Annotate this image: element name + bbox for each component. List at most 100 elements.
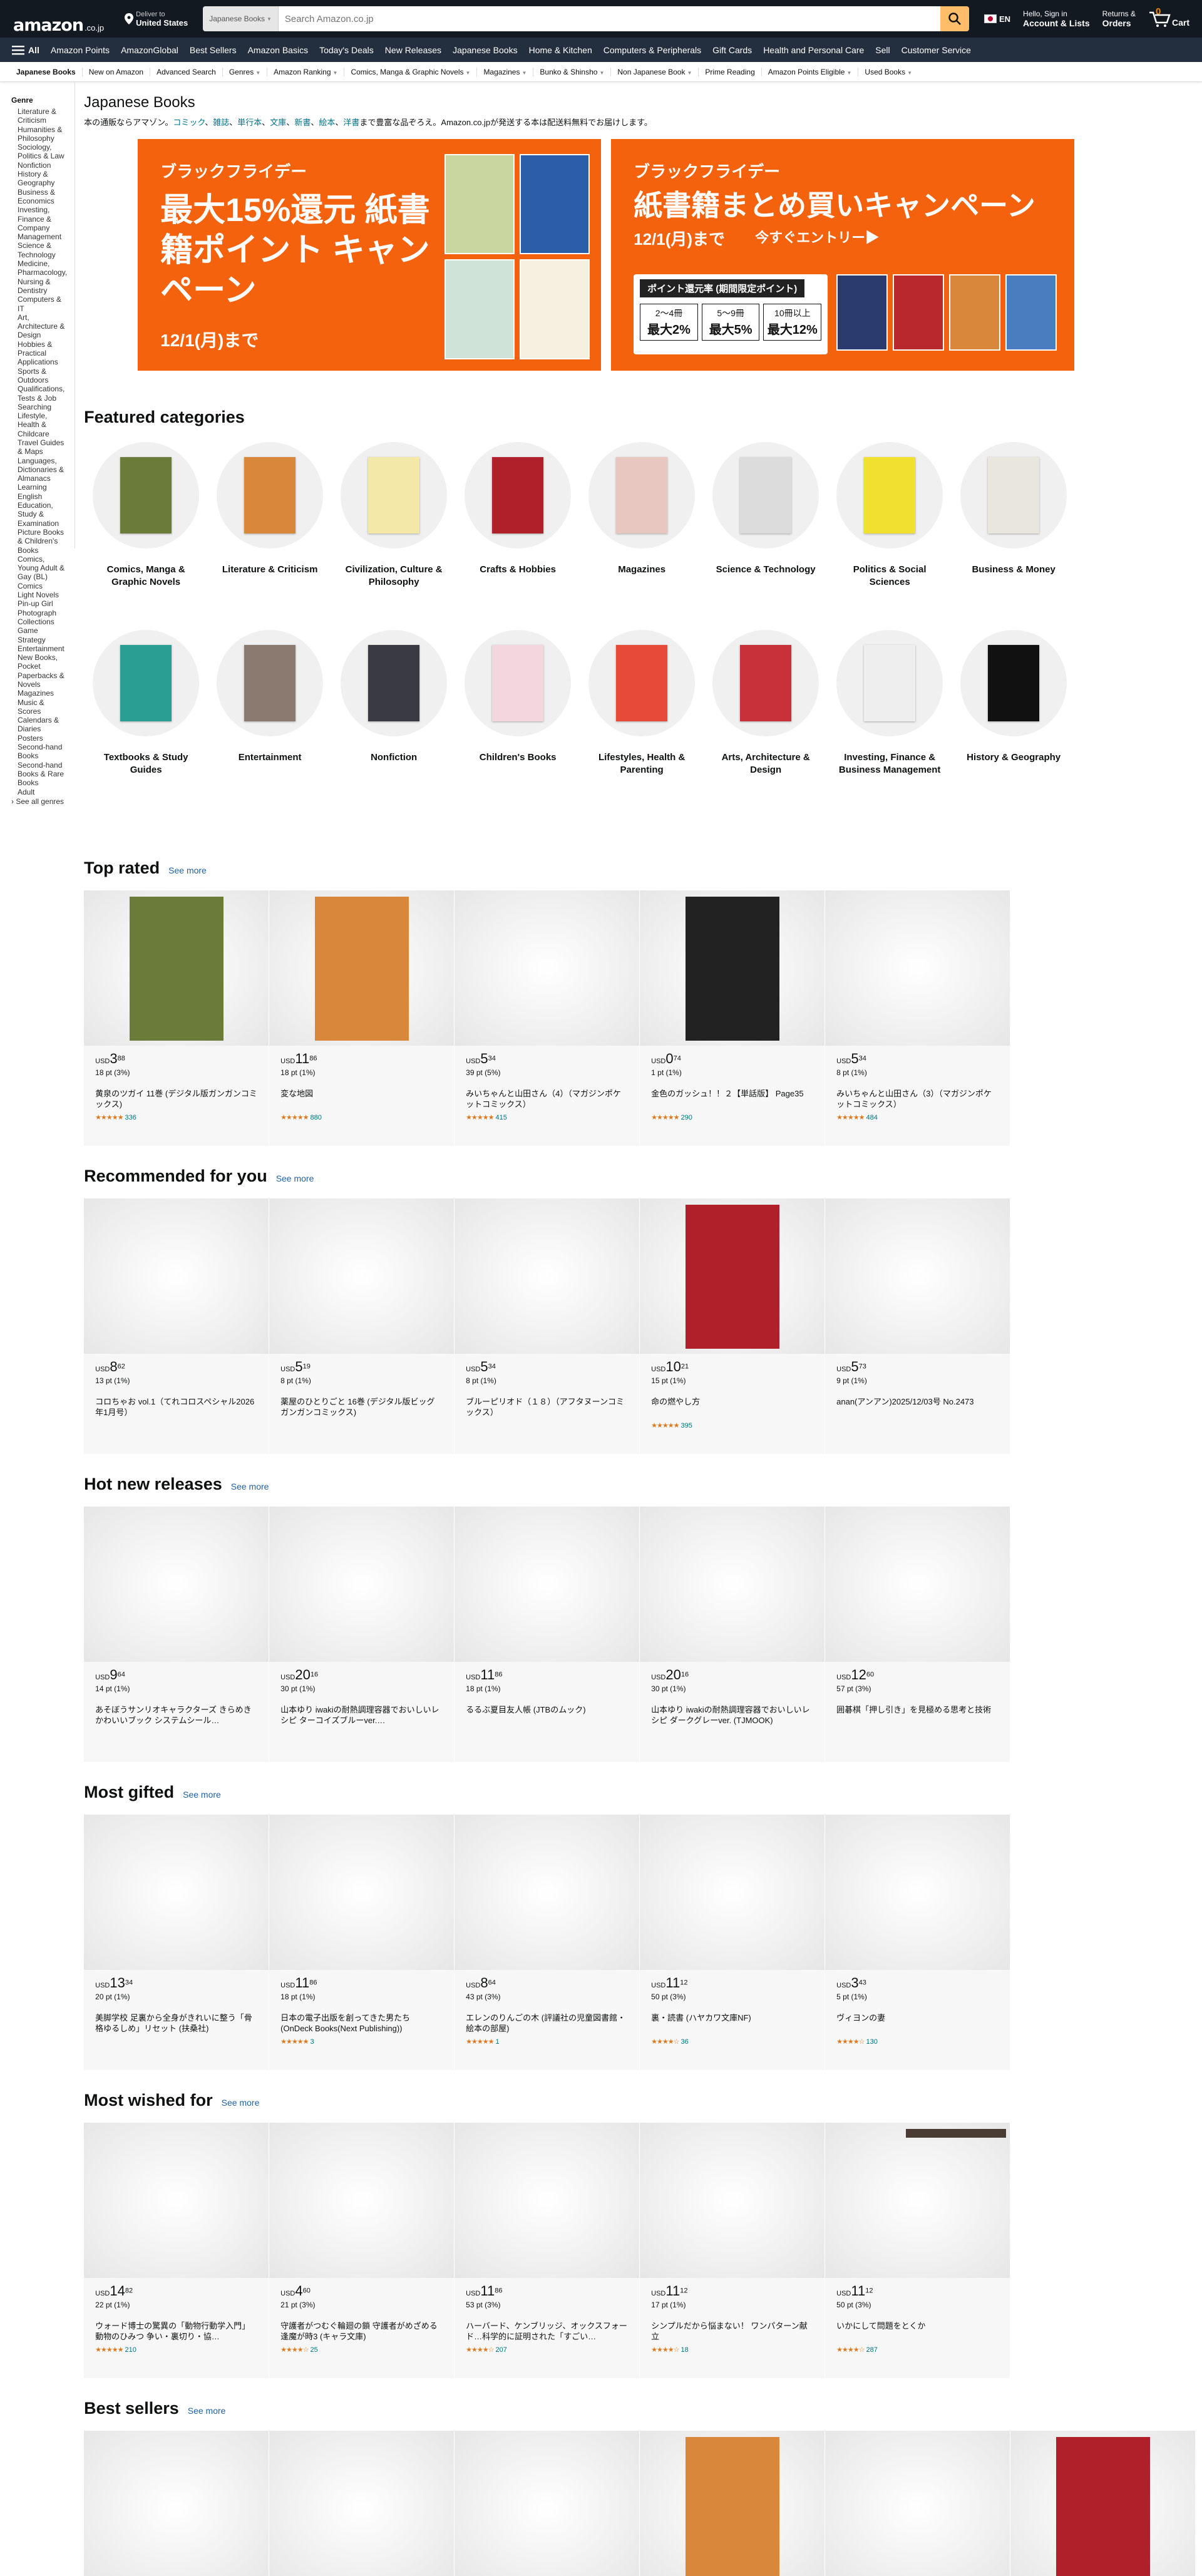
sidebar-genre-item[interactable]: Second-hand Books & Rare Books	[11, 761, 67, 788]
category-card[interactable]: Textbooks & Study Guides	[84, 630, 208, 818]
sidebar-genre-item[interactable]: Investing, Finance & Company Management	[11, 205, 67, 241]
sidebar-genre-item[interactable]: Literature & Criticism	[11, 107, 67, 125]
sidebar-genre-item[interactable]: Travel Guides & Maps	[11, 438, 67, 456]
see-more-link[interactable]: See more	[231, 1481, 269, 1492]
product-card[interactable]: USD2016 30 pt (1%) 山本ゆり iwakiの耐熱調理容器でおいしいレ…	[640, 1507, 826, 1762]
sidebar-genre-item[interactable]: Hobbies & Practical Applications	[11, 340, 67, 367]
sidebar-genre-item[interactable]: History & Geography	[11, 170, 67, 188]
see-more-link[interactable]: See more	[222, 2098, 260, 2108]
subnav-item[interactable]: Amazon Points Eligible ▼	[762, 67, 859, 76]
subnav-item[interactable]: Prime Reading	[699, 67, 762, 76]
sidebar-genre-item[interactable]: Science & Technology	[11, 241, 67, 259]
category-card[interactable]: Politics & Social Sciences	[828, 442, 952, 630]
product-card[interactable]: USD862 13 pt (1%) コロちゃお vol.1（てれコロスペシャル202…	[84, 1198, 270, 1454]
see-more-link[interactable]: See more	[183, 1790, 221, 1800]
sidebar-genre-item[interactable]: Computers & IT	[11, 295, 67, 313]
product-card[interactable]: USD460 21 pt (3%) 守護者がつむぐ輪廻の鎖 守護者がめざめる逢魔が時…	[269, 2123, 455, 2378]
see-all-genres-link[interactable]: › See all genres	[11, 797, 64, 806]
sidebar-genre-item[interactable]: Sports & Outdoors	[11, 367, 67, 385]
subnav-item[interactable]: Non Japanese Book ▼	[611, 67, 699, 76]
category-card[interactable]: Lifestyles, Health & Parenting	[580, 630, 704, 818]
category-card[interactable]: Crafts & Hobbies	[456, 442, 580, 630]
product-card[interactable]: USD864 43 pt (3%) エレンのりんごの木 (評議社の児童図書館・絵本の…	[455, 1815, 640, 2070]
category-card[interactable]: Investing, Finance & Business Management	[828, 630, 952, 818]
category-card[interactable]: Literature & Criticism	[208, 442, 332, 630]
product-card[interactable]: USD1186 18 pt (1%) 日本の電子出版を創ってきた男たち (OnDec…	[269, 1815, 455, 2070]
nav-item[interactable]: Customer Service	[896, 45, 977, 55]
subnav-item[interactable]: Amazon Ranking ▼	[267, 67, 345, 76]
product-card[interactable]: USD388 18 pt (3%) 黄泉のツガイ 11巻 (デジタル版ガンガンコミッ…	[84, 890, 270, 1146]
product-card[interactable]: USD1112	[1010, 2431, 1196, 2576]
nav-item[interactable]: Today's Deals	[314, 45, 379, 55]
product-card[interactable]: USD1186	[640, 2431, 826, 2576]
returns-orders[interactable]: Returns & Orders	[1096, 9, 1142, 28]
sidebar-genre-item[interactable]: Sociology, Politics & Law	[11, 143, 67, 161]
sidebar-genre-item[interactable]: Picture Books & Children's Books	[11, 528, 67, 555]
product-card[interactable]: USD1186 53 pt (3%) ハーバード、ケンブリッジ、オックスフォード…科…	[455, 2123, 640, 2378]
sidebar-genre-item[interactable]: Magazines	[11, 689, 67, 698]
sidebar-genre-item[interactable]: Art, Architecture & Design	[11, 313, 67, 340]
intro-link[interactable]: 文庫	[270, 118, 286, 127]
product-card[interactable]: USD074 1 pt (1%) 金色のガッシュ！！２【単話版】 Page35 ★★★…	[640, 890, 826, 1146]
nav-item[interactable]: Amazon Basics	[242, 45, 314, 55]
cart-button[interactable]: 0 Cart	[1142, 6, 1196, 28]
product-card[interactable]: USD2016	[455, 2431, 640, 2576]
sidebar-genre-item[interactable]: Entertainment	[11, 644, 67, 653]
category-card[interactable]: Children's Books	[456, 630, 580, 818]
nav-item[interactable]: AmazonGlobal	[115, 45, 184, 55]
language-selector[interactable]: EN	[978, 14, 1017, 24]
sidebar-genre-item[interactable]: Humanities & Philosophy	[11, 125, 67, 143]
promo-banner-bulk[interactable]: ブラックフライデー 紙書籍まとめ買いキャンペーン 12/1(月)まで 今すぐエン…	[611, 139, 1075, 371]
sidebar-genre-item[interactable]: Learning English	[11, 483, 67, 501]
see-more-link[interactable]: See more	[168, 865, 207, 875]
product-card[interactable]: USD1482	[269, 2431, 455, 2576]
sidebar-genre-item[interactable]: Education, Study & Examination	[11, 501, 67, 528]
intro-link[interactable]: コミック	[173, 118, 205, 127]
subnav-item[interactable]: Advanced Search	[150, 67, 223, 76]
subnav-item[interactable]: Genres ▼	[223, 67, 268, 76]
product-card[interactable]: USD964 14 pt (1%) あそぼうサンリオキャラクターズ きらめきかわいい…	[84, 1507, 270, 1762]
product-card[interactable]: USD1112 17 pt (1%) シンプルだから悩まない！ ワンパターン献立 ★★…	[640, 2123, 826, 2378]
nav-item[interactable]: Computers & Peripherals	[598, 45, 707, 55]
category-card[interactable]: Comics, Manga & Graphic Novels	[84, 442, 208, 630]
product-card[interactable]: USD534 39 pt (5%) みいちゃんと山田さん（4）（マガジンポケットコミ…	[455, 890, 640, 1146]
see-more-link[interactable]: See more	[276, 1173, 314, 1183]
promo-banner-points[interactable]: ブラックフライデー 最大15%還元 紙書籍ポイント キャンペーン 12/1(月)…	[138, 139, 602, 371]
intro-link[interactable]: 単行本	[237, 118, 262, 127]
product-card[interactable]: USD1021 15 pt (1%) 命の燃やし方 ★★★★★ 395	[640, 1198, 826, 1454]
nav-item[interactable]: Home & Kitchen	[523, 45, 598, 55]
subnav-item[interactable]: New on Amazon	[83, 67, 151, 76]
intro-link[interactable]: 絵本	[319, 118, 335, 127]
product-card[interactable]: USD519 8 pt (1%) 薬屋のひとりごと 16巻 (デジタル版ビッグガンガ…	[269, 1198, 455, 1454]
product-card[interactable]: USD534 8 pt (1%) みいちゃんと山田さん（3）（マガジンポケットコミッ…	[825, 890, 1011, 1146]
product-card[interactable]: USD964	[84, 2431, 270, 2576]
product-card[interactable]: USD1186 18 pt (1%) 変な地図 ★★★★★ 880	[269, 890, 455, 1146]
subnav-item[interactable]: Japanese Books	[11, 67, 83, 76]
amazon-logo[interactable]: amazon .co.jp	[6, 3, 111, 34]
subnav-item[interactable]: Used Books ▼	[858, 68, 918, 76]
sidebar-genre-item[interactable]: Calendars & Diaries	[11, 716, 67, 734]
nav-item[interactable]: Health and Personal Care	[758, 45, 870, 55]
sidebar-genre-item[interactable]: Business & Economics	[11, 188, 67, 206]
sidebar-genre-item[interactable]: Languages, Dictionaries & Almanacs	[11, 456, 67, 483]
subnav-item[interactable]: Bunko & Shinsho ▼	[533, 67, 612, 76]
category-card[interactable]: Arts, Architecture & Design	[704, 630, 828, 818]
subnav-item[interactable]: Comics, Manga & Graphic Novels ▼	[344, 67, 478, 76]
search-button[interactable]	[940, 6, 969, 31]
sidebar-genre-item[interactable]: Nonfiction	[11, 161, 67, 170]
search-category-select[interactable]: Japanese Books ▼	[203, 6, 279, 31]
sidebar-genre-item[interactable]: Medicine, Pharmacology, Nursing & Dentis…	[11, 259, 67, 295]
product-card[interactable]: USD343 5 pt (1%) ヴィヨンの妻 ★★★★☆ 130	[825, 1815, 1011, 2070]
product-card[interactable]: USD534 8 pt (1%) ブルーピリオド（１８）（アフタヌーンコミックス）	[455, 1198, 640, 1454]
product-card[interactable]: USD1482 22 pt (1%) ウォード博士の驚異の「動物行動学入門」動物のひ…	[84, 2123, 270, 2378]
product-card[interactable]: USD1334 20 pt (1%) 美脚学校 足裏から全身がきれいに整う「骨格ゆる…	[84, 1815, 270, 2070]
product-card[interactable]: USD1112 50 pt (3%) いかにして問題をとくか ★★★★☆ 287	[825, 2123, 1011, 2378]
product-card[interactable]: USD1112 50 pt (3%) 裏・読書 (ハヤカワ文庫NF) ★★★★☆ 36	[640, 1815, 826, 2070]
product-card[interactable]: USD573 9 pt (1%) anan(アンアン)2025/12/03号 No.…	[825, 1198, 1011, 1454]
category-card[interactable]: Nonfiction	[332, 630, 456, 818]
product-card[interactable]: USD1186	[825, 2431, 1011, 2576]
product-card[interactable]: USD2016 30 pt (1%) 山本ゆり iwakiの耐熱調理容器でおいしいレ…	[269, 1507, 455, 1762]
intro-link[interactable]: 洋書	[343, 118, 359, 127]
deliver-to[interactable]: Deliver to United States	[118, 11, 194, 28]
sidebar-genre-item[interactable]: Lifestyle, Health & Childcare	[11, 411, 67, 438]
